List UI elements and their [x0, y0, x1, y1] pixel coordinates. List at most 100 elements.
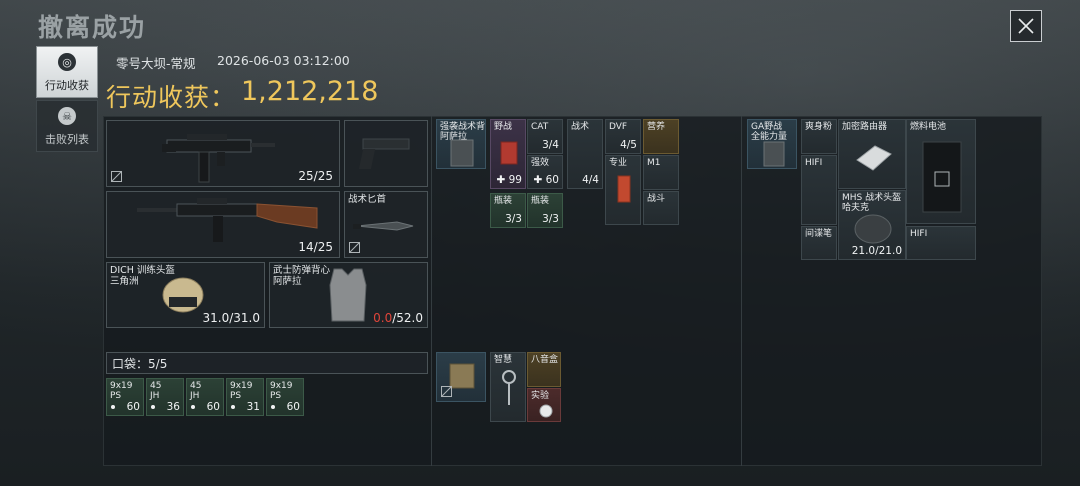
- item-count-value: 60: [545, 174, 559, 186]
- loot-item[interactable]: HIFI: [801, 155, 837, 225]
- melee-slot[interactable]: 战术匕首: [344, 191, 428, 258]
- pistol-icon: [358, 138, 410, 169]
- chest-rig-item[interactable]: 强袭战术背心 阿萨拉: [436, 119, 486, 169]
- loot-item[interactable]: 瓶装 3/3: [490, 193, 526, 228]
- container-item[interactable]: [436, 352, 486, 402]
- loot-item[interactable]: M1: [643, 155, 679, 190]
- loot-item[interactable]: 加密路由器: [838, 119, 906, 189]
- loot-item[interactable]: 战术 4/4: [567, 119, 603, 189]
- armor-durability: 0.0/52.0: [373, 311, 423, 325]
- item-count: 3/4: [542, 139, 559, 151]
- loot-item[interactable]: 爽身粉: [801, 119, 837, 154]
- loot-item[interactable]: 间谍笔: [801, 226, 837, 260]
- item-label: M1: [647, 158, 661, 168]
- armor-slot[interactable]: 武士防弹背心 阿萨拉 0.0/52.0: [269, 262, 428, 328]
- ammo-caliber: 9x19: [270, 381, 293, 391]
- item-label: CAT: [531, 122, 549, 132]
- panel-divider: [431, 116, 432, 466]
- item-label: MHS 战术头盔: [842, 193, 902, 203]
- item-label: 强效: [531, 158, 550, 168]
- item-label: 智慧: [494, 355, 513, 365]
- armor-sub: 阿萨拉: [273, 276, 302, 287]
- loot-item[interactable]: 瓶装 3/3: [527, 193, 563, 228]
- item-count: 3/3: [542, 213, 559, 225]
- item-label: 加密路由器: [842, 122, 888, 132]
- unmark-icon: [349, 242, 360, 253]
- item-count: ✚ 60: [533, 174, 559, 186]
- backpack-item[interactable]: GA野战 全能力量: [747, 119, 797, 169]
- loot-item[interactable]: CAT 3/4: [527, 119, 563, 154]
- pistol-slot[interactable]: [344, 120, 428, 187]
- loot-item[interactable]: MHS 战术头盔 哈夫克 21.0/21.0: [838, 190, 906, 260]
- armor-durability-current: 0.0: [373, 311, 393, 325]
- loot-item[interactable]: 智慧: [490, 352, 526, 422]
- earnings-value: 1,212,218: [241, 76, 379, 107]
- helmet-icon: [854, 214, 892, 244]
- battery-icon: [922, 141, 962, 213]
- loot-item[interactable]: 营养: [643, 119, 679, 154]
- tab-label: 击败列表: [45, 133, 89, 146]
- ammo-type: PS: [270, 391, 282, 401]
- unmark-icon: [111, 171, 122, 182]
- item-label: 瓶装: [494, 196, 513, 206]
- loot-item[interactable]: HIFI: [906, 226, 976, 260]
- item-label: GA野战: [751, 122, 783, 132]
- ammo-item[interactable]: 9x19 PS 60: [266, 378, 304, 416]
- item-label: 燃料电池: [910, 122, 947, 132]
- item-label: 瓶装: [531, 196, 550, 206]
- target-icon: ◎: [58, 53, 76, 71]
- tab-kill-list[interactable]: ☠ 击败列表: [36, 100, 98, 152]
- melee-label: 战术匕首: [348, 194, 387, 205]
- clock-icon: [539, 404, 553, 418]
- helmet-slot[interactable]: DICH 训练头盔 三角洲 31.0/31.0: [106, 262, 265, 328]
- tab-loot-earnings[interactable]: ◎ 行动收获: [36, 46, 98, 98]
- item-label: 战斗: [647, 194, 666, 204]
- item-count: 4/4: [582, 174, 599, 186]
- ammo-caliber: 45: [190, 381, 202, 391]
- item-label: 战术: [571, 122, 590, 132]
- item-label: 强袭战术背心: [440, 122, 486, 132]
- loot-item[interactable]: 八音盒: [527, 352, 561, 387]
- loot-item[interactable]: 实验: [527, 388, 561, 422]
- dot-icon: [271, 405, 275, 409]
- smg-icon: [162, 134, 275, 183]
- item-count: 4/5: [620, 139, 637, 151]
- item-label: 实验: [531, 391, 550, 401]
- primary-weapon-slot[interactable]: 25/25: [106, 120, 340, 187]
- dot-icon: [151, 405, 155, 409]
- helmet-durability: 31.0/31.0: [202, 311, 260, 325]
- close-icon: [1018, 18, 1034, 34]
- dot-icon: [191, 405, 195, 409]
- item-count: ✚ 99: [496, 174, 522, 186]
- ammo-type: JH: [190, 391, 200, 401]
- unmark-icon: [441, 386, 452, 397]
- loot-item[interactable]: DVF 4/5: [605, 119, 641, 154]
- ammo-item[interactable]: 9x19 PS 60: [106, 378, 144, 416]
- ammo-item[interactable]: 45 JH 36: [146, 378, 184, 416]
- secondary-weapon-slot[interactable]: 14/25: [106, 191, 340, 258]
- loot-item[interactable]: 燃料电池: [906, 119, 976, 224]
- ammo-type: PS: [110, 391, 122, 401]
- ammo-item[interactable]: 45 JH 60: [186, 378, 224, 416]
- loot-item[interactable]: 战斗: [643, 191, 679, 225]
- item-label: 营养: [647, 122, 666, 132]
- timestamp: 2026-06-03 03:12:00: [217, 53, 350, 68]
- pocket-label: 口袋：5/5: [112, 355, 167, 372]
- ammo-caliber: 9x19: [110, 381, 133, 391]
- knife-icon: [353, 221, 414, 231]
- ammo-item[interactable]: 9x19 PS 31: [226, 378, 264, 416]
- armor-durability-max: /52.0: [392, 311, 423, 325]
- helmet-icon: [162, 277, 204, 313]
- earnings-label: 行动收获：: [106, 83, 237, 112]
- close-button[interactable]: [1010, 10, 1042, 42]
- loot-item[interactable]: 野战 ✚ 99: [490, 119, 526, 189]
- item-count: 60: [286, 401, 300, 413]
- ammo-caliber: 45: [150, 381, 162, 391]
- key-icon: [502, 370, 516, 405]
- helmet-sub: 三角洲: [110, 276, 139, 287]
- tab-label: 行动收获: [45, 79, 89, 92]
- map-mode: 零号大坝-常规: [116, 56, 196, 71]
- loot-item[interactable]: 专业: [605, 155, 641, 225]
- loot-item[interactable]: 强效 ✚ 60: [527, 155, 563, 189]
- rig-icon: [450, 139, 474, 167]
